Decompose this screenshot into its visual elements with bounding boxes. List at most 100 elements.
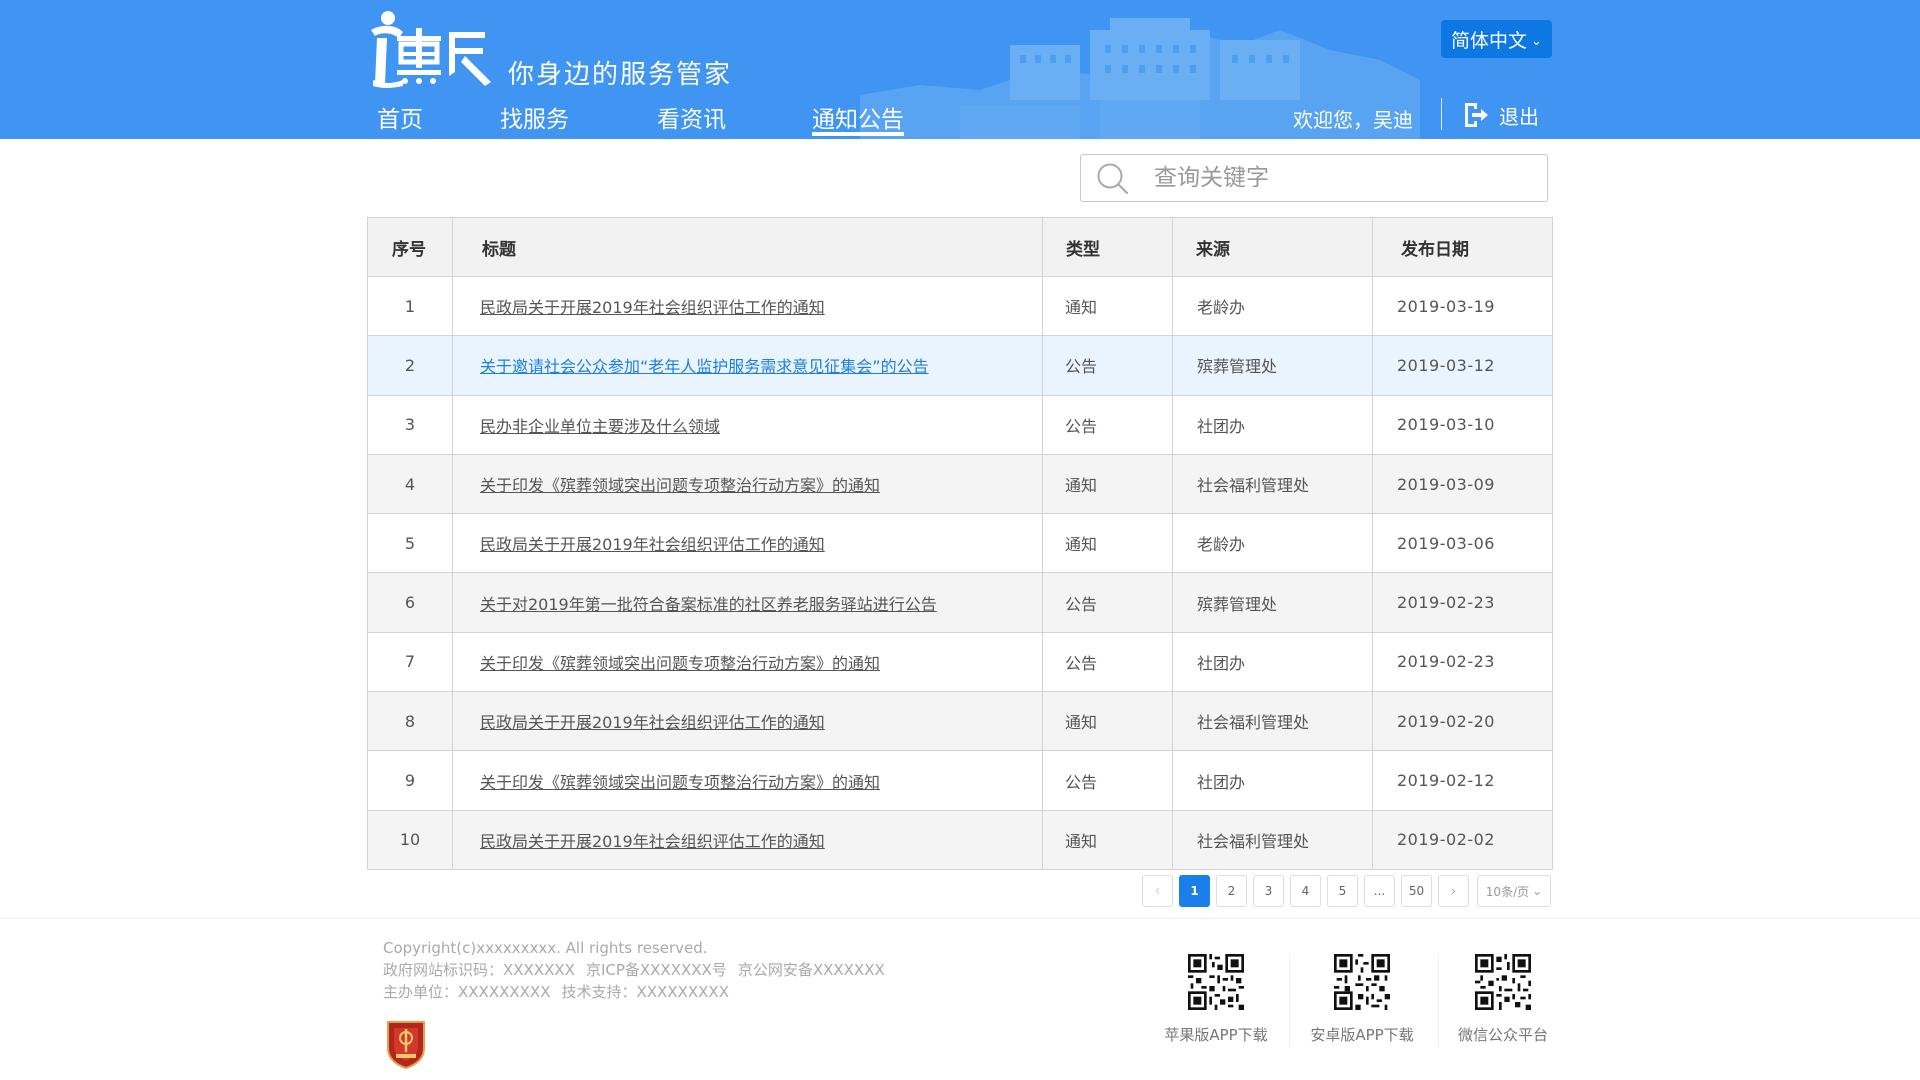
qr-label-ios: 苹果版APP下载 <box>1164 1026 1268 1044</box>
row-date: 2019-02-23 <box>1372 632 1553 692</box>
row-type: 公告 <box>1042 395 1173 455</box>
notice-title-link[interactable]: 民政局关于开展2019年社会组织评估工作的通知 <box>480 713 825 732</box>
row-source: 社会福利管理处 <box>1172 691 1373 751</box>
notice-title-link[interactable]: 关于印发《殡葬领域突出问题专项整治行动方案》的通知 <box>480 773 880 792</box>
icp-number: 京ICP备XXXXXXX号 <box>585 961 727 979</box>
footer-sponsor-line: 主办单位：XXXXXXXXX 技术支持：XXXXXXXXX <box>383 981 885 1003</box>
huimin-logo[interactable]: 惠民 <box>367 8 495 88</box>
nav-item-services[interactable]: 找服务 <box>500 100 569 139</box>
logout-icon <box>1465 103 1488 127</box>
row-date: 2019-02-20 <box>1372 691 1553 751</box>
notice-title-link[interactable]: 民政局关于开展2019年社会组织评估工作的通知 <box>480 832 825 851</box>
notice-title-link[interactable]: 关于对2019年第一批符合备案标准的社区养老服务驿站进行公告 <box>480 595 937 614</box>
page-ellipsis[interactable]: ... <box>1364 875 1395 907</box>
row-index: 1 <box>367 276 453 336</box>
row-index: 8 <box>367 691 453 751</box>
row-type: 通知 <box>1042 810 1173 870</box>
table-row: 4 关于印发《殡葬领域突出问题专项整治行动方案》的通知 通知 社会福利管理处 2… <box>367 454 1553 514</box>
page-size-selector[interactable]: 10条/页 ⌄ <box>1477 875 1551 907</box>
row-source: 老龄办 <box>1172 513 1373 573</box>
table-row: 10 民政局关于开展2019年社会组织评估工作的通知 通知 社会福利管理处 20… <box>367 810 1553 870</box>
table-row: 1 民政局关于开展2019年社会组织评估工作的通知 通知 老龄办 2019-03… <box>367 276 1553 336</box>
search-input[interactable] <box>1154 156 1534 200</box>
row-type: 通知 <box>1042 691 1173 751</box>
row-type: 公告 <box>1042 572 1173 633</box>
row-date: 2019-03-10 <box>1372 395 1553 455</box>
row-type: 通知 <box>1042 513 1173 573</box>
brand-slogan: 你身边的服务管家 <box>508 60 733 90</box>
copyright-text: Copyright(c)xxxxxxxxx. All rights reserv… <box>383 939 708 957</box>
table-row: 5 民政局关于开展2019年社会组织评估工作的通知 通知 老龄办 2019-03… <box>367 513 1553 573</box>
row-index: 5 <box>367 513 453 573</box>
table-row: 9 关于印发《殡葬领域突出问题专项整治行动方案》的通知 公告 社团办 2019-… <box>367 750 1553 811</box>
site-header: 惠民 你身边的服务管家 简体中文 ⌄ 首页 找服务 看资讯 通知公告 欢迎您，吴… <box>0 0 1920 139</box>
row-type: 公告 <box>1042 335 1173 396</box>
search-box <box>1080 154 1548 202</box>
page-button-5[interactable]: 5 <box>1327 875 1358 907</box>
row-source: 社会福利管理处 <box>1172 810 1373 870</box>
row-date: 2019-03-12 <box>1372 335 1553 396</box>
police-record: 京公网安备XXXXXXX <box>737 961 885 979</box>
logout-button[interactable]: 退出 <box>1463 100 1539 130</box>
sponsor-unit: 主办单位：XXXXXXXXX <box>383 983 551 1001</box>
notice-title-link[interactable]: 民办非企业单位主要涉及什么领域 <box>480 417 720 436</box>
notice-title-link[interactable]: 民政局关于开展2019年社会组织评估工作的通知 <box>480 298 825 317</box>
row-source: 殡葬管理处 <box>1172 335 1373 396</box>
page-button-50[interactable]: 50 <box>1401 875 1432 907</box>
column-header-title: 标题 <box>452 217 1043 277</box>
row-date: 2019-03-09 <box>1372 454 1553 514</box>
column-header-type: 类型 <box>1042 217 1173 277</box>
logout-label: 退出 <box>1499 104 1539 129</box>
row-date: 2019-02-02 <box>1372 810 1553 870</box>
pagination: ‹ 1 2 3 4 5 ... 50 › 10条/页 ⌄ <box>1142 875 1551 907</box>
tech-support: 技术支持：XXXXXXXXX <box>561 983 729 1001</box>
column-header-index: 序号 <box>367 217 453 277</box>
qr-code-icon <box>1334 954 1390 1010</box>
qr-label-wechat: 微信公众平台 <box>1457 1026 1548 1044</box>
row-index: 9 <box>367 750 453 811</box>
search-icon[interactable] <box>1096 161 1130 195</box>
row-date: 2019-02-12 <box>1372 750 1553 811</box>
prev-page-button[interactable]: ‹ <box>1142 875 1173 907</box>
footer-divider <box>0 918 1920 919</box>
row-date: 2019-02-23 <box>1372 572 1553 633</box>
table-row: 2 关于邀请社会公众参加“老年人监护服务需求意见征集会”的公告 公告 殡葬管理处… <box>367 335 1553 396</box>
chevron-down-icon: ⌄ <box>1531 33 1542 49</box>
row-type: 公告 <box>1042 750 1173 811</box>
page-button-3[interactable]: 3 <box>1253 875 1284 907</box>
row-index: 6 <box>367 572 453 633</box>
nav-item-notices[interactable]: 通知公告 <box>812 100 904 139</box>
notice-title-link[interactable]: 关于邀请社会公众参加“老年人监护服务需求意见征集会”的公告 <box>480 357 929 376</box>
table-row: 6 关于对2019年第一批符合备案标准的社区养老服务驿站进行公告 公告 殡葬管理… <box>367 572 1553 633</box>
table-row: 8 民政局关于开展2019年社会组织评估工作的通知 通知 社会福利管理处 201… <box>367 691 1553 751</box>
row-index: 3 <box>367 395 453 455</box>
page-button-4[interactable]: 4 <box>1290 875 1321 907</box>
row-date: 2019-03-06 <box>1372 513 1553 573</box>
header-divider <box>1441 98 1442 130</box>
page-button-1[interactable]: 1 <box>1179 875 1210 907</box>
welcome-text: 欢迎您，吴迪 <box>1293 108 1413 132</box>
footer-registration-line: 政府网站标识码：XXXXXXX 京ICP备XXXXXXX号 京公网安备XXXXXXX <box>383 959 885 981</box>
row-source: 社团办 <box>1172 632 1373 692</box>
table-row: 7 关于印发《殡葬领域突出问题专项整治行动方案》的通知 公告 社团办 2019-… <box>367 632 1553 692</box>
notice-title-link[interactable]: 民政局关于开展2019年社会组织评估工作的通知 <box>480 535 825 554</box>
qr-android-app[interactable]: 安卓版APP下载 <box>1297 954 1427 1045</box>
notice-title-link[interactable]: 关于印发《殡葬领域突出问题专项整治行动方案》的通知 <box>480 476 880 495</box>
column-header-source: 来源 <box>1172 217 1373 277</box>
nav-item-news[interactable]: 看资讯 <box>657 100 726 139</box>
language-selector[interactable]: 简体中文 ⌄ <box>1441 20 1552 58</box>
qr-ios-app[interactable]: 苹果版APP下载 <box>1151 954 1281 1045</box>
qr-code-icon <box>1188 954 1244 1010</box>
footer-info: Copyright(c)xxxxxxxxx. All rights reserv… <box>383 937 885 1003</box>
next-page-button[interactable]: › <box>1438 875 1469 907</box>
qr-wechat-official[interactable]: 微信公众平台 <box>1438 954 1568 1045</box>
gov-site-id: 政府网站标识码：XXXXXXX <box>383 961 575 979</box>
page-button-2[interactable]: 2 <box>1216 875 1247 907</box>
row-index: 4 <box>367 454 453 514</box>
gov-emblem-icon[interactable] <box>384 1018 428 1070</box>
row-source: 社会福利管理处 <box>1172 454 1373 514</box>
row-source: 老龄办 <box>1172 276 1373 336</box>
nav-item-home[interactable]: 首页 <box>377 100 423 139</box>
row-index: 7 <box>367 632 453 692</box>
notice-title-link[interactable]: 关于印发《殡葬领域突出问题专项整治行动方案》的通知 <box>480 654 880 673</box>
